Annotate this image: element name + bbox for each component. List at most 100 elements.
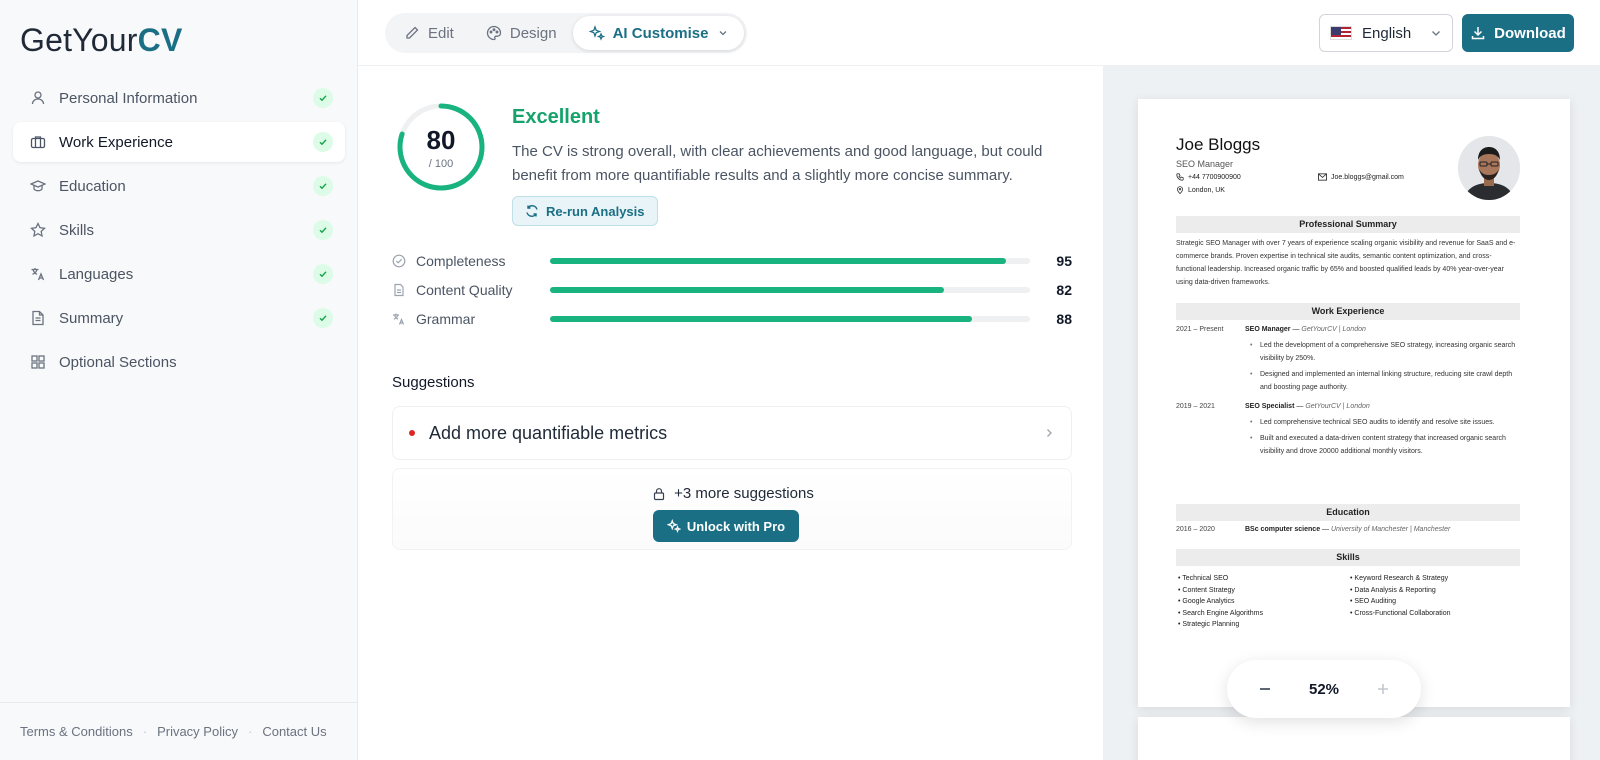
cv-education-entry: BSc computer science — University of Man…	[1245, 526, 1451, 533]
check-icon	[313, 176, 333, 196]
cv-job-dates: 2021 – Present	[1176, 326, 1224, 333]
palette-icon	[486, 25, 502, 41]
contact-link[interactable]: Contact Us	[262, 724, 326, 739]
metric-label: Grammar	[416, 310, 476, 327]
pencil-icon	[406, 26, 419, 39]
cv-job-role: SEO Specialist — GetYourCV | London	[1245, 403, 1370, 410]
cv-name: Joe Bloggs	[1176, 135, 1261, 154]
cv-bullet: Designed and implemented an internal lin…	[1248, 368, 1518, 394]
cv-job-title: SEO Manager	[1176, 159, 1234, 169]
rerun-analysis-button[interactable]: Re-run Analysis	[512, 196, 658, 226]
metric-value: 88	[1056, 310, 1072, 327]
zoom-value: 52%	[1308, 680, 1340, 698]
metric-bar	[550, 286, 1030, 293]
chevron-right-icon	[1047, 429, 1052, 437]
document-icon	[29, 309, 47, 327]
check-icon	[313, 132, 333, 152]
cv-job-bullets: Led comprehensive technical SEO audits t…	[1248, 416, 1518, 461]
sidebar-item-work-experience[interactable]: Work Experience	[13, 122, 345, 162]
zoom-out-button[interactable]	[1257, 681, 1273, 697]
sparkles-icon	[588, 25, 605, 41]
metric-fill	[550, 286, 944, 293]
cv-work-heading: Work Experience	[1176, 303, 1520, 320]
language-label: English	[1362, 24, 1412, 42]
zoom-in-button[interactable]	[1375, 681, 1391, 697]
grid-icon	[29, 353, 47, 371]
sidebar-item-label: Languages	[59, 265, 134, 283]
briefcase-icon	[29, 133, 47, 151]
locked-suggestions-label: +3 more suggestions	[393, 485, 1073, 502]
cv-phone: +44 7700900900	[1176, 173, 1241, 181]
metric-fill	[550, 257, 1006, 264]
cv-preview: Joe Bloggs SEO Manager +44 7700900900 Jo…	[1103, 66, 1600, 760]
sidebar-item-languages[interactable]: Languages	[13, 254, 345, 294]
cv-page-2	[1138, 717, 1570, 760]
score-rating: Excellent	[512, 106, 600, 128]
download-icon	[1471, 27, 1485, 40]
plus-icon	[1378, 684, 1388, 694]
cv-education-dates: 2016 – 2020	[1176, 526, 1215, 533]
tab-design[interactable]: Design	[470, 16, 573, 50]
cv-education-heading: Education	[1176, 504, 1520, 521]
separator: ·	[247, 724, 253, 739]
language-select[interactable]: English	[1319, 14, 1453, 52]
cv-job-bullets: Led the development of a comprehensive S…	[1248, 339, 1518, 397]
sidebar-item-skills[interactable]: Skills	[13, 210, 345, 250]
chevron-down-icon	[719, 31, 727, 36]
cv-skill: Search Engine Algorithms	[1178, 608, 1263, 620]
cv-bullet: Built and executed a data-driven content…	[1248, 432, 1518, 458]
download-button[interactable]: Download	[1462, 14, 1574, 52]
mode-tabs: Edit Design AI Customise	[385, 13, 748, 53]
location-pin-icon	[1177, 186, 1183, 194]
metric-content-quality: Content Quality 82	[392, 275, 1072, 304]
document-icon	[392, 283, 408, 297]
cv-bullet: Led the development of a comprehensive S…	[1248, 339, 1518, 365]
sidebar-item-summary[interactable]: Summary	[13, 298, 345, 338]
sidebar-item-optional-sections[interactable]: Optional Sections	[13, 342, 345, 382]
metric-value: 95	[1056, 252, 1072, 269]
locked-suggestions: +3 more suggestions Unlock with Pro	[392, 468, 1072, 550]
tab-label: AI Customise	[612, 24, 709, 42]
check-icon	[313, 220, 333, 240]
metrics-list: Completeness 95 Content Quality 82 Gramm…	[392, 246, 1072, 333]
sidebar-item-label: Skills	[59, 221, 95, 239]
terms-link[interactable]: Terms & Conditions	[20, 724, 133, 739]
cv-job-dates: 2019 – 2021	[1176, 403, 1215, 410]
cv-email: Joe.bloggs@gmail.com	[1318, 173, 1404, 181]
cv-bullet: Led comprehensive technical SEO audits t…	[1248, 416, 1518, 429]
tab-edit[interactable]: Edit	[388, 16, 470, 50]
sidebar-item-education[interactable]: Education	[13, 166, 345, 206]
tab-ai-customise[interactable]: AI Customise	[572, 16, 745, 50]
cv-summary-heading: Professional Summary	[1176, 216, 1520, 233]
sidebar-item-label: Optional Sections	[59, 353, 177, 371]
privacy-link[interactable]: Privacy Policy	[157, 724, 238, 739]
cv-job-role: SEO Manager — GetYourCV | London	[1245, 326, 1366, 333]
metric-bar	[550, 257, 1030, 264]
cv-skill: Data Analysis & Reporting	[1350, 585, 1451, 597]
cv-skill: SEO Auditing	[1350, 596, 1451, 608]
metric-label: Completeness	[416, 252, 506, 269]
refresh-icon	[526, 205, 538, 217]
lock-icon	[654, 487, 665, 500]
rerun-label: Re-run Analysis	[546, 203, 645, 219]
metric-grammar: Grammar 88	[392, 304, 1072, 333]
graduation-cap-icon	[29, 177, 47, 195]
metric-value: 82	[1056, 281, 1072, 298]
unlock-label: Unlock with Pro	[686, 518, 786, 534]
cv-skills-left: Technical SEO Content Strategy Google An…	[1178, 573, 1263, 631]
sidebar-footer: Terms & Conditions · Privacy Policy · Co…	[0, 702, 358, 760]
score-max: / 100	[428, 158, 454, 170]
sparkles-icon	[666, 519, 681, 533]
star-icon	[29, 221, 47, 239]
sidebar-item-personal-information[interactable]: Personal Information	[13, 78, 345, 118]
sidebar-item-label: Work Experience	[59, 133, 173, 151]
suggestion-item[interactable]: Add more quantifiable metrics	[392, 406, 1072, 460]
priority-dot	[409, 430, 415, 436]
translate-icon	[29, 265, 47, 283]
translate-icon	[392, 312, 408, 326]
unlock-pro-button[interactable]: Unlock with Pro	[653, 510, 799, 542]
phone-icon	[1176, 173, 1184, 181]
us-flag-icon	[1330, 26, 1352, 40]
cv-skill: Strategic Planning	[1178, 619, 1263, 631]
logo[interactable]: GetYourCV	[20, 22, 183, 59]
